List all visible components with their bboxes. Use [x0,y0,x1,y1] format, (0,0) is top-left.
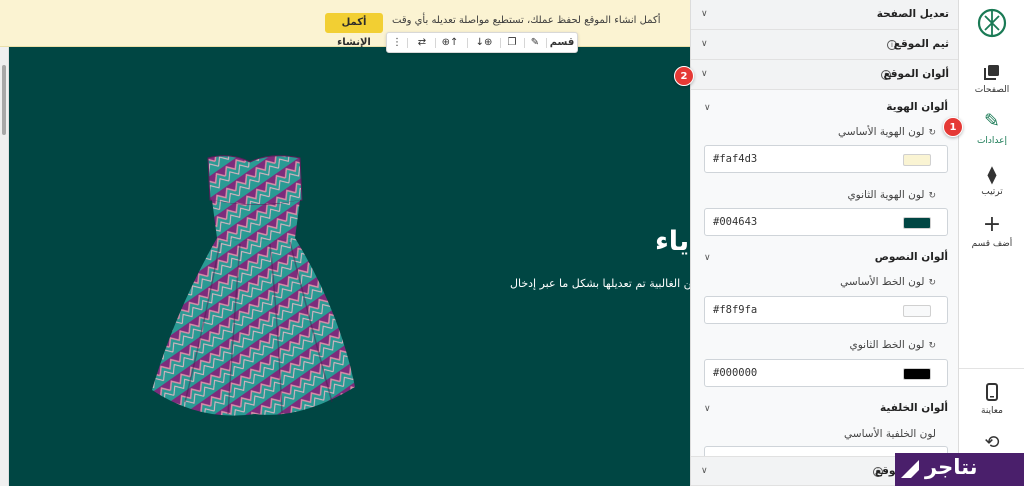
nav-label: أضف قسم [971,239,1013,249]
color-value: #faf4d3 [713,153,758,165]
pages-icon [984,65,999,80]
group-background-title: ألوان الخلفية [880,402,948,414]
color-value: #000000 [713,367,758,379]
color-swatch[interactable] [903,368,931,380]
color-swatch[interactable] [903,217,931,229]
field-label: لون الخط الثانوي ↻ [849,339,936,351]
section-label[interactable]: قسم [549,33,575,52]
group-text-title: ألوان النصوص [874,251,948,263]
field-label: لون الهوية الأساسي ↻ [838,126,936,138]
reset-icon[interactable]: ↻ [928,278,936,288]
reset-icon[interactable]: ↻ [928,128,936,138]
color-input-text-primary[interactable]: #f8f9fa [704,296,948,324]
reset-icon[interactable]: ↻ [928,191,936,201]
chevron-down-icon[interactable]: ∨ [704,404,711,414]
chevron-down-icon: ∨ [701,39,708,49]
color-value: #f8f9fa [713,304,758,316]
dress-image [152,155,355,416]
move-down-add-icon[interactable]: ↓⊕ [473,33,495,52]
complete-creation-button[interactable]: أكمل الإنشاء [325,13,383,48]
field-label: لون الهوية الثانوي ↻ [847,189,936,201]
pencil-icon[interactable]: ✎ [528,33,542,52]
nav-item-sort[interactable]: ▲ ▼ ترتيب [959,162,1024,197]
brand-name: نتاجر [925,455,978,479]
accordion-colors[interactable]: ∨ i ألوان الموقع [691,60,958,90]
accordion-title: تعديل الصفحة [876,8,949,20]
chevron-down-icon: ∨ [701,9,708,19]
more-icon[interactable]: ⋮ [391,33,403,52]
annotation-badge-1: 1 [943,117,963,137]
nav-item-settings[interactable]: ✎ إعدادات [959,108,1024,146]
brand-logo: نتاجر [895,453,1024,486]
accordion-theme[interactable]: ∨ i ثيم الموقع [691,30,958,60]
chevron-down-icon: ∨ [701,466,708,476]
accordion-edit-page[interactable]: ∨ تعديل الصفحة [691,0,958,30]
notice-text: أكمل انشاء الموقع لحفظ عملك، تستطيع مواص… [392,15,661,26]
group-identity-title: ألوان الهوية [886,101,948,113]
nav-label: الصفحات [974,85,1010,95]
hero-description: ولكن الغالبية تم تعديلها بشكل ما عبر إدخ… [510,277,690,290]
copy-icon[interactable]: ❐ [505,33,519,52]
color-input-text-secondary[interactable]: #000000 [704,359,948,387]
color-value: #004643 [713,216,758,228]
scrollbar-thumb[interactable] [2,65,6,135]
annotation-badge-2: 2 [674,66,694,86]
field-label: لون الخط الأساسي ↻ [840,276,936,288]
history-icon: ⟲ [984,432,1000,453]
move-up-add-icon[interactable]: ⊕↑ [439,33,461,52]
settings-panel: ∨ تعديل الصفحة ∨ i ثيم الموقع ∨ i ألوان … [690,0,958,486]
color-input-identity-secondary[interactable]: #004643 [704,208,948,236]
color-input-identity-primary[interactable]: #faf4d3 [704,145,948,173]
right-navigation: الصفحات ✎ إعدادات ▲ ▼ ترتيب + أضف قسم معا… [958,0,1024,486]
sort-icon: ▲ ▼ [987,163,997,186]
nav-label: ترتيب [981,187,1003,197]
nav-item-preview[interactable]: معاينة [959,380,1024,416]
mobile-icon [986,383,998,401]
notice-bar: أكمل انشاء الموقع لحفظ عملك، تستطيع مواص… [0,0,690,48]
color-swatch[interactable] [903,305,931,317]
nav-item-add-section[interactable]: + أضف قسم [959,212,1024,250]
chevron-down-icon[interactable]: ∨ [704,103,711,113]
plus-icon: + [982,212,1002,237]
canvas-scrollbar[interactable] [0,47,9,486]
reset-icon[interactable]: ↻ [928,341,936,351]
color-swatch[interactable] [903,154,931,166]
chevron-down-icon: ∨ [701,69,708,79]
section-toolbar: ⋮ ⇄ ⊕↑ ↓⊕ ❐ ✎ قسم [386,32,578,53]
accordion-title: ثيم الموقع [893,38,949,50]
hero-title: ياء [655,226,690,257]
field-label: لون الخلفية الأساسي [844,428,936,440]
nav-item-pages[interactable]: الصفحات [959,58,1024,95]
website-canvas[interactable]: ياء ولكن الغالبية تم تعديلها بشكل ما عبر… [0,0,690,486]
accordion-title: ألوان الموقع [883,68,949,80]
nav-label: معاينة [981,406,1003,416]
pencil-icon: ✎ [984,110,1000,132]
brand-mark-icon [901,460,919,478]
chevron-down-icon[interactable]: ∨ [704,253,711,263]
logo-icon[interactable] [977,8,1007,38]
swap-icon[interactable]: ⇄ [413,33,431,52]
nav-item-history[interactable]: ⟲ [959,432,1024,453]
nav-label: إعدادات [976,136,1008,146]
